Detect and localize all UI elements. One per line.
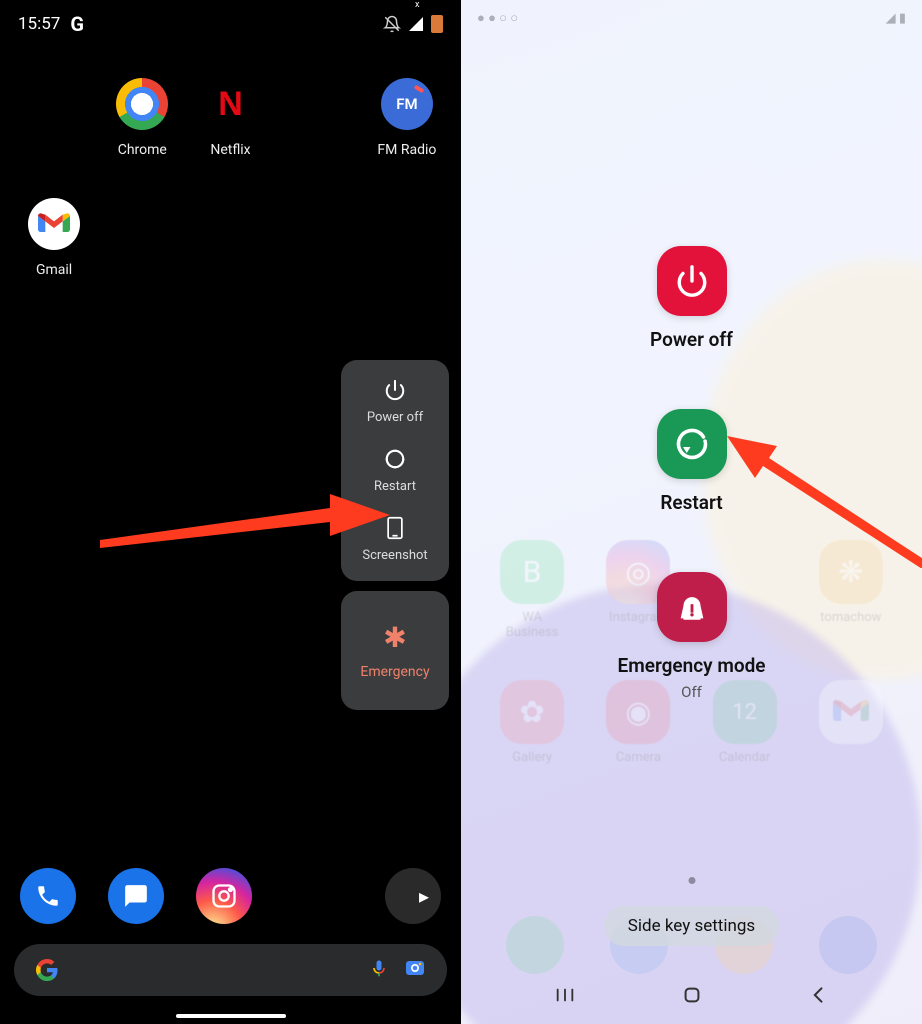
- restart-button[interactable]: Restart: [374, 447, 416, 494]
- home-button[interactable]: [677, 980, 707, 1010]
- app-label: Netflix: [190, 142, 270, 158]
- phone-left-screenshot: 15:57 G x Chrome N Netflix FM FM Radio G…: [0, 0, 461, 1024]
- emergency-label: Emergency mode: [618, 654, 766, 677]
- emergency-sublabel: Off: [681, 683, 702, 701]
- status-bar-right: ● ● ○ ○◢ ▮: [461, 0, 922, 36]
- app-label: Chrome: [102, 142, 182, 158]
- restart-icon: [657, 409, 727, 479]
- emergency-label: Emergency: [360, 664, 429, 680]
- phone-app[interactable]: [20, 868, 76, 924]
- nav-bar: [461, 980, 922, 1010]
- restart-button[interactable]: Restart: [657, 409, 727, 514]
- messages-app[interactable]: [108, 868, 164, 924]
- app-netflix[interactable]: N Netflix: [190, 78, 270, 198]
- side-key-settings-button[interactable]: Side key settings: [604, 906, 779, 946]
- back-button[interactable]: [804, 980, 834, 1010]
- recents-button[interactable]: [550, 980, 580, 1010]
- emergency-icon: ✱: [383, 621, 406, 654]
- app-label: FM Radio: [367, 142, 447, 158]
- status-time: 15:57: [18, 14, 60, 34]
- app-label: Gmail: [14, 262, 94, 278]
- fmradio-icon: FM: [381, 78, 433, 130]
- restart-label: Restart: [374, 479, 416, 494]
- power-off-button[interactable]: Power off: [367, 378, 423, 425]
- page-indicator: [688, 877, 695, 884]
- google-icon: G: [70, 12, 84, 36]
- power-icon: [383, 378, 407, 402]
- emergency-icon: [657, 572, 727, 642]
- instagram-app[interactable]: [196, 868, 252, 924]
- mic-icon[interactable]: [369, 956, 389, 984]
- power-off-label: Power off: [367, 410, 423, 425]
- dnd-off-icon: [383, 15, 401, 33]
- chrome-icon: [116, 78, 168, 130]
- phone-right-screenshot: BWA Business ◎Instagram ❋tomachow ✿Galle…: [461, 0, 922, 1024]
- status-bar: 15:57 G x: [0, 0, 461, 48]
- google-search-bar[interactable]: [14, 944, 447, 996]
- netflix-icon: N: [204, 78, 256, 130]
- power-icon: [657, 246, 727, 316]
- battery-icon: [431, 15, 443, 33]
- restart-label: Restart: [660, 491, 722, 514]
- screenshot-icon: [383, 516, 407, 540]
- app-drawer-button[interactable]: ▸: [385, 868, 441, 924]
- emergency-button[interactable]: ✱ Emergency: [341, 591, 449, 710]
- gmail-icon: [28, 198, 80, 250]
- screenshot-button[interactable]: Screenshot: [362, 516, 427, 563]
- status-icons: x: [383, 15, 443, 33]
- app-gmail[interactable]: Gmail: [14, 198, 94, 318]
- app-fmradio[interactable]: FM FM Radio: [367, 78, 447, 198]
- app-chrome[interactable]: Chrome: [102, 78, 182, 198]
- home-app-grid: Chrome N Netflix FM FM Radio Gmail: [0, 48, 461, 318]
- emergency-mode-button[interactable]: Emergency mode Off: [618, 572, 766, 701]
- power-menu: Power off Restart Screenshot ✱ Emergency: [341, 360, 449, 710]
- screenshot-label: Screenshot: [362, 548, 427, 563]
- side-key-label: Side key settings: [628, 916, 755, 936]
- power-off-button[interactable]: Power off: [650, 246, 733, 351]
- dock: ▸: [0, 868, 461, 924]
- lens-icon[interactable]: [403, 956, 427, 984]
- power-menu-card: Power off Restart Screenshot: [341, 360, 449, 581]
- gesture-nav-pill[interactable]: [176, 1014, 286, 1018]
- restart-icon: [383, 447, 407, 471]
- samsung-power-menu: Power off Restart Emergency mode Off: [618, 246, 766, 701]
- google-g-icon: [34, 957, 60, 983]
- power-off-label: Power off: [650, 328, 733, 351]
- signal-icon: x: [409, 17, 423, 31]
